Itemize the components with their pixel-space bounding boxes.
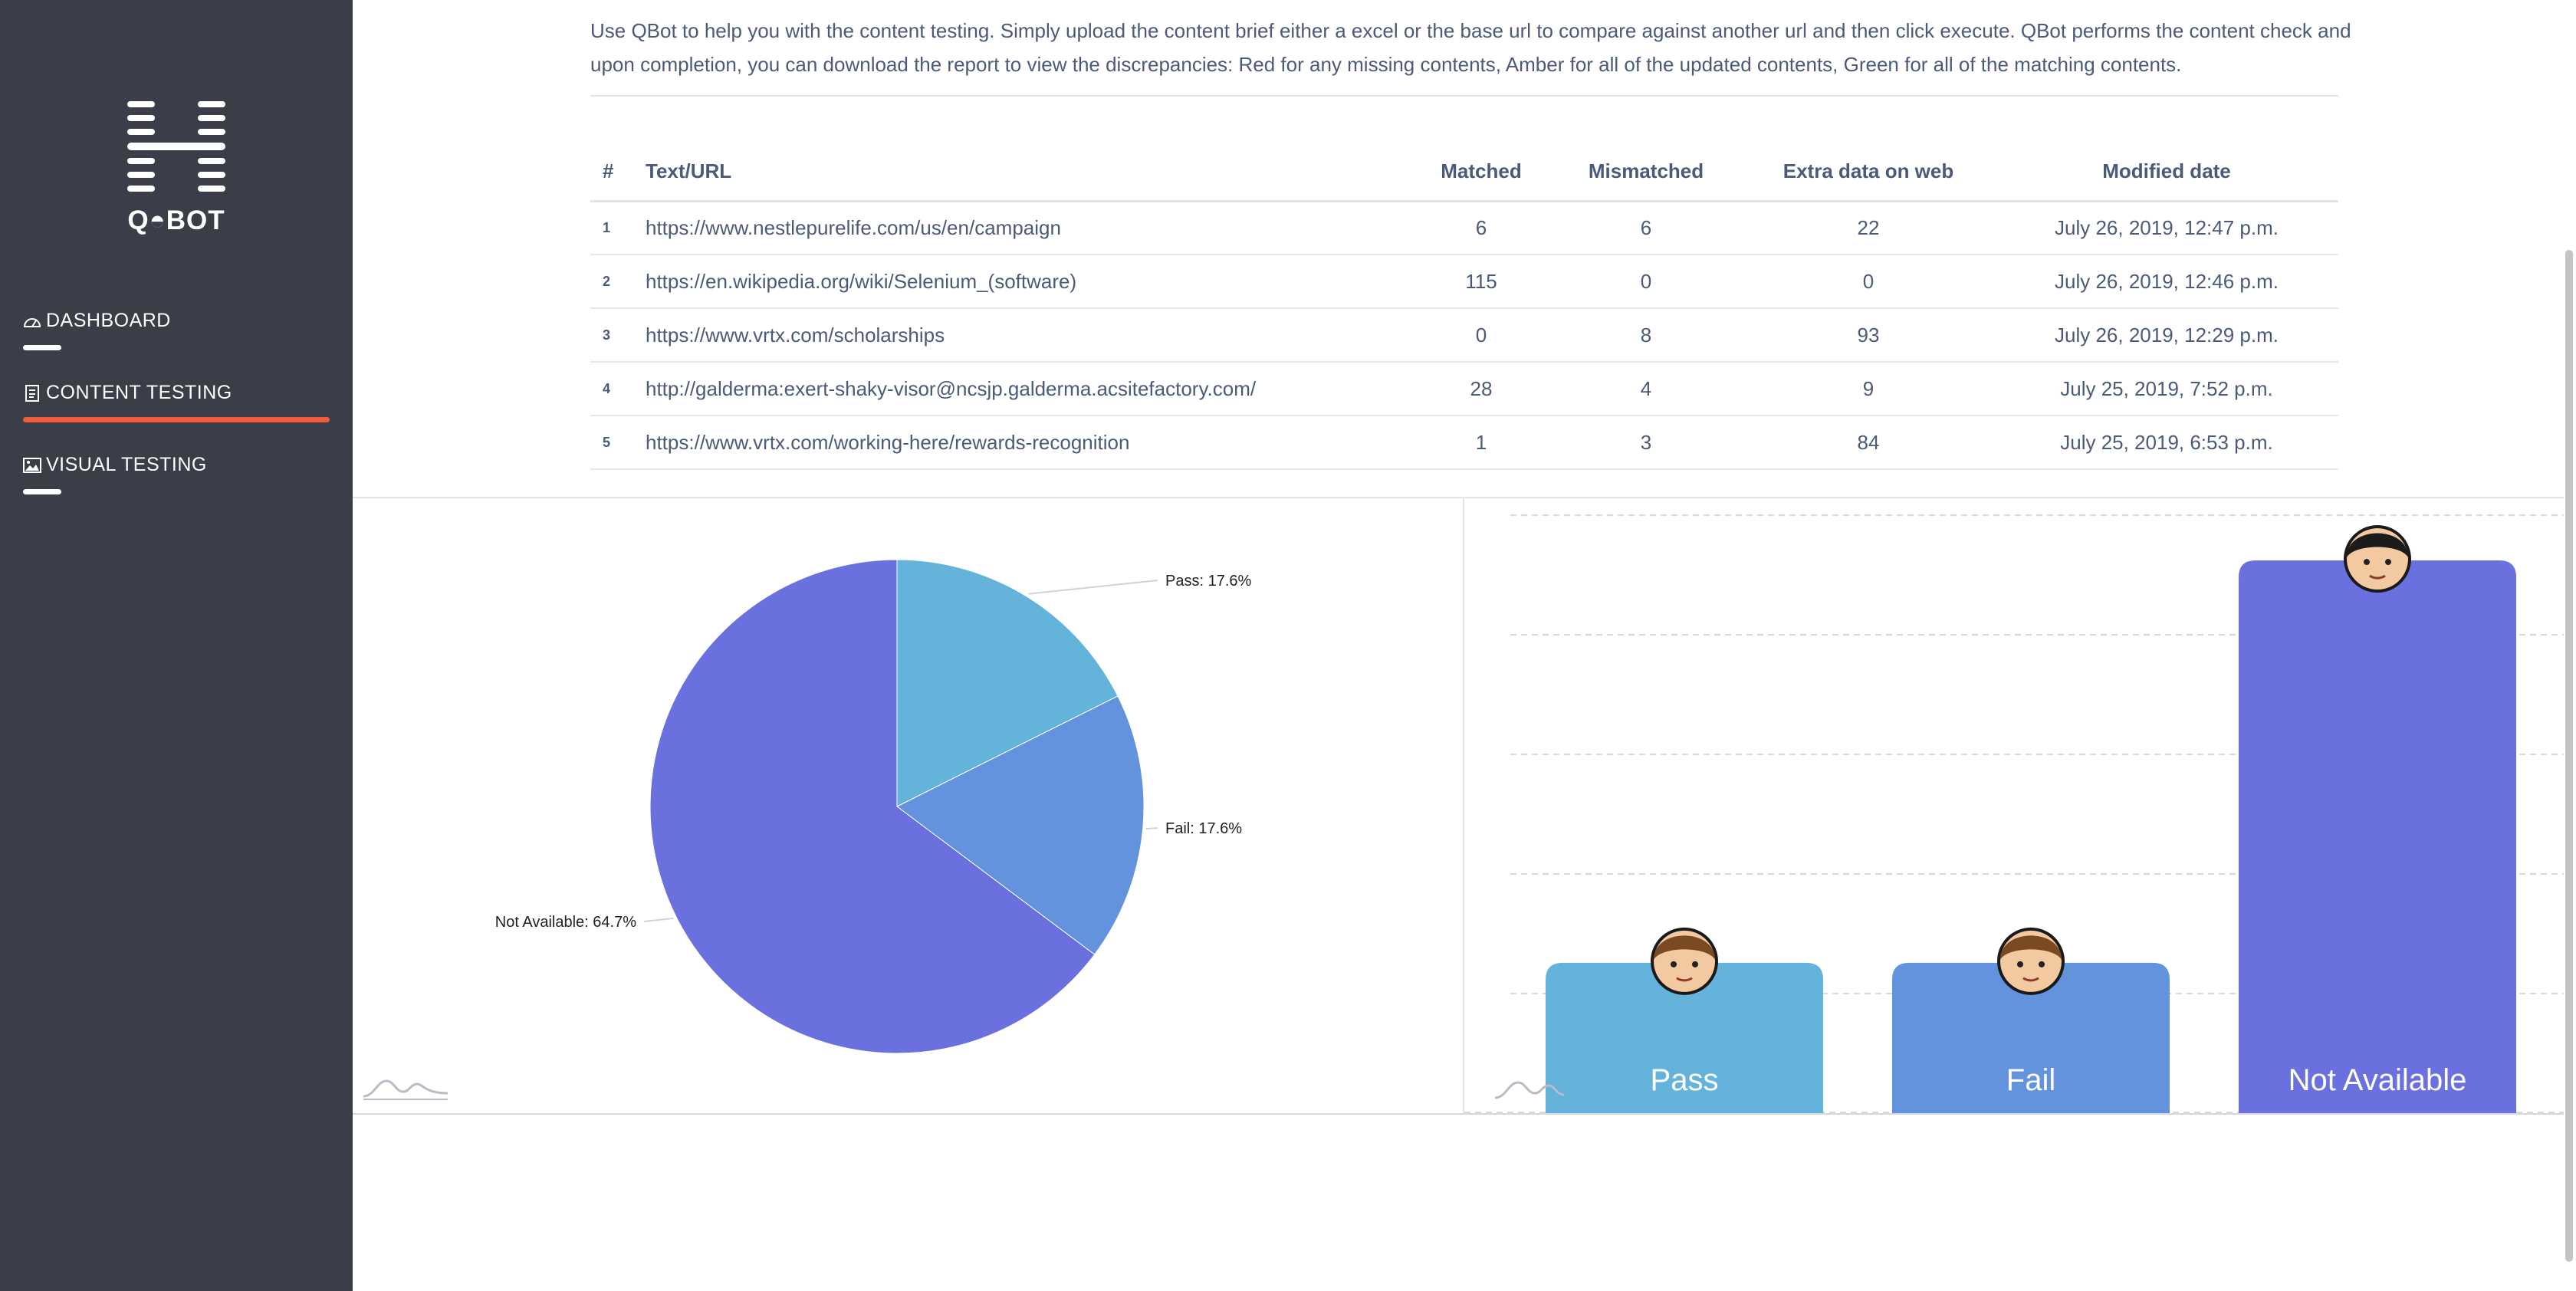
bar-not-available[interactable] — [2239, 560, 2516, 1113]
row-modified-date: July 25, 2019, 6:53 p.m. — [1995, 416, 2338, 470]
pie-chart-panel: Pass: 17.6% Fail: 17.6% Not Available: 64.… — [353, 498, 1463, 1113]
row-index: 4 — [590, 362, 646, 416]
row-matched: 115 — [1412, 255, 1550, 309]
bar-chart-panel: Pass Fail Not Available — [1464, 498, 2568, 1113]
row-modified-date: July 25, 2019, 7:52 p.m. — [1995, 362, 2338, 416]
sidebar-item-label: VISUAL TESTING — [46, 454, 207, 475]
row-extra-data: 93 — [1742, 308, 1995, 363]
sidebar-item-content-testing[interactable]: CONTENT TESTING — [23, 382, 232, 404]
table-row[interactable]: 3 https://www.vrtx.com/scholarships 0 8 … — [590, 308, 2338, 363]
row-extra-data: 22 — [1742, 201, 1995, 255]
document-icon — [25, 384, 39, 402]
row-index: 3 — [590, 308, 646, 363]
qbot-logo-icon — [127, 101, 225, 192]
bar-chart: Pass Fail Not Available — [1464, 514, 2568, 1113]
row-extra-data: 0 — [1742, 255, 1995, 309]
description-text: Use QBot to help you with the content te… — [590, 19, 2351, 76]
row-mismatched: 8 — [1550, 308, 1742, 363]
table-row[interactable]: 4 http://galderma:exert-shaky-visor@ncsj… — [590, 362, 2338, 416]
pie-leader-line — [1028, 580, 1158, 595]
sidebar-item-visual-testing[interactable]: VISUAL TESTING — [23, 454, 207, 476]
column-header[interactable]: Text/URL — [646, 143, 1412, 202]
row-mismatched: 6 — [1550, 201, 1742, 255]
table-row[interactable]: 2 https://en.wikipedia.org/wiki/Selenium… — [590, 255, 2338, 309]
row-url[interactable]: http://galderma:exert-shaky-visor@ncsjp.… — [646, 362, 1412, 416]
pie-label: Fail: 17.6% — [1165, 820, 1242, 837]
table-row[interactable]: 1 https://www.nestlepurelife.com/us/en/c… — [590, 201, 2338, 255]
row-url[interactable]: https://www.vrtx.com/working-here/reward… — [646, 416, 1412, 470]
logo-text: Q◓BOT — [127, 205, 225, 235]
results-table: # Text/URL Matched Mismatched Extra data… — [590, 143, 2338, 470]
column-header[interactable]: Mismatched — [1550, 143, 1742, 202]
row-extra-data: 84 — [1742, 416, 1995, 470]
table-header-row: # Text/URL Matched Mismatched Extra data… — [590, 143, 2338, 202]
row-mismatched: 3 — [1550, 416, 1742, 470]
row-matched: 6 — [1412, 201, 1550, 255]
chart-watermark-icon — [363, 1079, 449, 1100]
sidebar-item-label: DASHBOARD — [46, 310, 171, 331]
row-modified-date: July 26, 2019, 12:47 p.m. — [1995, 201, 2338, 255]
row-modified-date: July 26, 2019, 12:29 p.m. — [1995, 308, 2338, 363]
row-url[interactable]: https://www.nestlepurelife.com/us/en/cam… — [646, 201, 1412, 255]
bar-label: Fail — [2006, 1063, 2055, 1097]
bar-label: Not Available — [2288, 1063, 2467, 1097]
nav-underline — [23, 489, 61, 494]
nav-underline-active — [23, 417, 330, 422]
row-matched: 1 — [1412, 416, 1550, 470]
row-url[interactable]: https://en.wikipedia.org/wiki/Selenium_(… — [646, 255, 1412, 309]
row-matched: 28 — [1412, 362, 1550, 416]
column-header: # — [590, 143, 646, 202]
scrollbar-thumb[interactable] — [2565, 250, 2573, 1262]
row-index: 2 — [590, 255, 646, 309]
column-header[interactable]: Modified date — [1995, 143, 2338, 202]
row-extra-data: 9 — [1742, 362, 1995, 416]
divider — [353, 1113, 2576, 1115]
row-modified-date: July 26, 2019, 12:46 p.m. — [1995, 255, 2338, 309]
column-header[interactable]: Extra data on web — [1742, 143, 1995, 202]
pie-leader-line — [643, 917, 674, 922]
pie-leader-line — [1145, 827, 1158, 830]
row-index: 5 — [590, 416, 646, 470]
divider — [590, 95, 2338, 97]
bar-label: Pass — [1651, 1063, 1719, 1097]
gauge-icon — [23, 317, 41, 327]
avatar-girl-icon — [2344, 525, 2411, 593]
column-header[interactable]: Matched — [1412, 143, 1550, 202]
avatar-man-icon — [1997, 927, 2065, 995]
qbot-logo[interactable]: Q◓BOT — [123, 98, 230, 235]
avatar-boy-icon — [1651, 927, 1718, 995]
sidebar-item-label: CONTENT TESTING — [46, 382, 232, 403]
sidebar-item-dashboard[interactable]: DASHBOARD — [23, 310, 171, 332]
row-mismatched: 0 — [1550, 255, 1742, 309]
row-matched: 0 — [1412, 308, 1550, 363]
row-mismatched: 4 — [1550, 362, 1742, 416]
sidebar: Q◓BOT DASHBOARD CONTENT TESTING VISUAL T… — [0, 0, 353, 1291]
pie-label: Not Available: 64.7% — [495, 914, 636, 931]
row-url[interactable]: https://www.vrtx.com/scholarships — [646, 308, 1412, 363]
row-index: 1 — [590, 201, 646, 255]
pie-label: Pass: 17.6% — [1165, 573, 1252, 590]
image-icon — [23, 457, 41, 473]
nav-underline — [23, 345, 61, 350]
pie-chart: Pass: 17.6% Fail: 17.6% Not Available: 64.… — [363, 559, 1252, 1100]
table-row[interactable]: 5 https://www.vrtx.com/working-here/rewa… — [590, 416, 2338, 470]
